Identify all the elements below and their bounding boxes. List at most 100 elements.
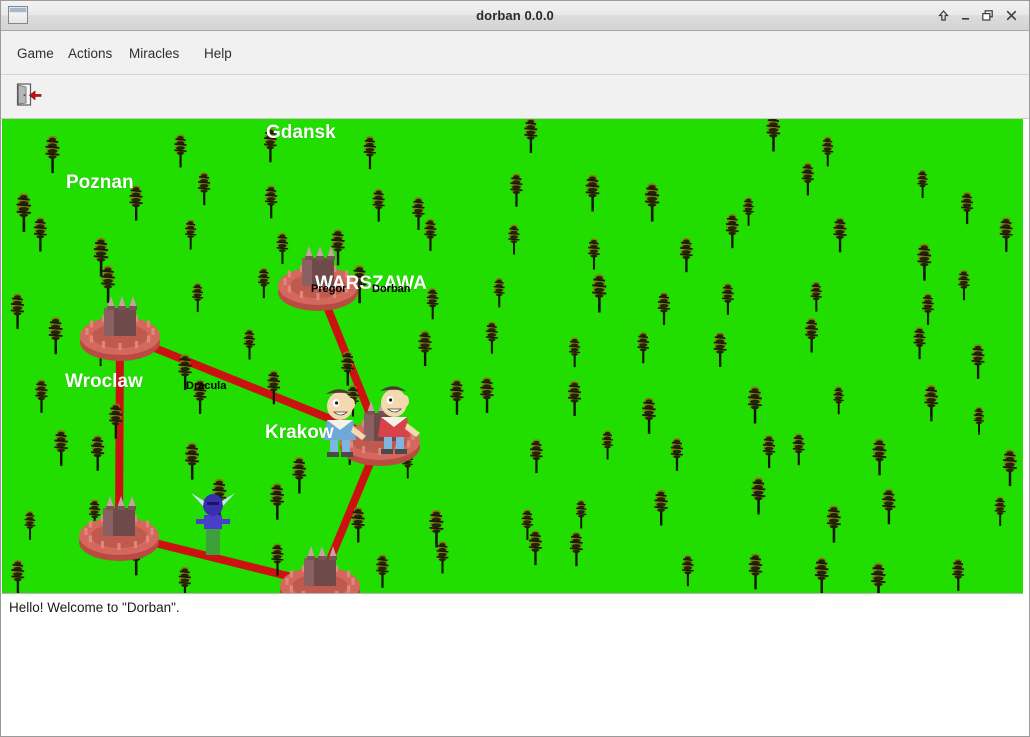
tree-icon (922, 293, 934, 325)
minimize-icon (962, 18, 969, 20)
tree-icon (372, 188, 385, 222)
tree-icon (958, 270, 970, 301)
tree-icon (10, 293, 25, 329)
tree-icon (1003, 449, 1017, 487)
close-icon (1006, 10, 1017, 21)
close-button[interactable] (1001, 5, 1022, 26)
tree-icon (33, 217, 47, 252)
tree-icon (751, 477, 766, 515)
tree-icon (805, 318, 818, 353)
up-arrow-icon (938, 10, 949, 21)
tree-icon (292, 456, 307, 494)
window-icon (8, 6, 28, 24)
tree-icon (961, 192, 974, 225)
tree-icon (101, 265, 115, 303)
tree-icon (917, 243, 932, 281)
tree-icon (801, 162, 814, 196)
tree-icon (971, 344, 985, 379)
map-canvas (10, 119, 1017, 593)
tree-icon (524, 119, 538, 153)
tree-icon (418, 330, 432, 367)
title-bar[interactable]: dorban 0.0.0 (1, 1, 1029, 31)
tree-icon (270, 483, 285, 520)
tree-icon (637, 332, 649, 364)
tree-icon (569, 531, 583, 567)
tree-icon (11, 559, 25, 593)
tree-icon (192, 283, 204, 313)
tree-icon (426, 288, 439, 320)
tree-icon (822, 136, 834, 167)
cities-layer (79, 246, 420, 593)
game-map[interactable]: Gdansk Poznan WARSZAWA Wroclaw Krakow Pregor D… (2, 119, 1023, 593)
city-poznan (80, 296, 160, 361)
log-message: Hello! Welcome to "Dorban". (9, 600, 180, 615)
maximize-icon (982, 10, 993, 21)
tree-icon (833, 386, 844, 415)
trees-layer (10, 119, 1017, 593)
tree-icon (485, 321, 498, 354)
tree-icon (376, 554, 389, 588)
city-gdansk (278, 246, 358, 311)
character-dracula (191, 493, 235, 555)
tree-icon (748, 553, 763, 590)
tree-icon (341, 351, 355, 386)
tree-icon (493, 278, 505, 308)
tree-icon (16, 193, 32, 233)
tree-icon (263, 128, 277, 163)
tree-icon (882, 488, 896, 525)
menu-item-game[interactable]: Game (13, 44, 58, 63)
tree-icon (721, 283, 734, 315)
tree-icon (814, 557, 829, 593)
tree-icon (810, 281, 822, 312)
tree-icon (725, 213, 739, 249)
tree-icon (567, 380, 582, 417)
tree-icon (924, 384, 939, 422)
tree-icon (872, 438, 887, 476)
tree-icon (642, 397, 656, 434)
tree-icon (602, 430, 613, 460)
tree-icon (510, 173, 523, 207)
tree-icon (917, 170, 928, 199)
city-krakow (280, 546, 360, 593)
quit-button[interactable] (15, 82, 45, 110)
minimize-button[interactable] (955, 5, 976, 26)
tree-icon (90, 435, 105, 471)
tree-icon (35, 379, 48, 413)
tree-icon (973, 406, 985, 435)
tree-icon (193, 379, 207, 414)
tree-icon (436, 541, 449, 574)
tree-icon (530, 439, 543, 474)
tree-icon (129, 185, 143, 221)
tree-icon (174, 134, 187, 168)
tree-icon (826, 505, 841, 543)
tree-icon (258, 267, 270, 299)
tree-icon (276, 232, 289, 265)
tree-icon (585, 174, 600, 212)
tree-icon (762, 434, 776, 469)
shade-button[interactable] (933, 5, 954, 26)
menu-bar: Game Actions Miracles Help (1, 31, 1029, 75)
tree-icon (264, 185, 278, 219)
tree-icon (713, 332, 727, 367)
tree-icon (575, 499, 587, 529)
tree-icon (999, 217, 1013, 252)
message-log-pane[interactable]: Hello! Welcome to "Dorban". (2, 593, 1023, 736)
tree-icon (747, 386, 762, 424)
tree-icon (243, 329, 256, 360)
menu-item-miracles[interactable]: Miracles (125, 44, 183, 63)
tree-icon (569, 337, 581, 368)
tree-icon (54, 429, 68, 466)
tree-icon (913, 327, 926, 360)
tree-icon (363, 136, 377, 170)
tree-icon (351, 507, 365, 543)
tree-icon (592, 274, 607, 313)
exit-door-icon (16, 83, 42, 106)
menu-item-actions[interactable]: Actions (64, 44, 116, 63)
menu-item-help[interactable]: Help (200, 44, 236, 63)
maximize-button[interactable] (977, 5, 998, 26)
tree-icon (792, 433, 805, 466)
tool-bar (1, 75, 1029, 119)
tree-icon (644, 183, 660, 222)
application-window: dorban 0.0.0 Game Actions Miracles Help … (0, 0, 1030, 737)
tree-icon (833, 217, 847, 253)
